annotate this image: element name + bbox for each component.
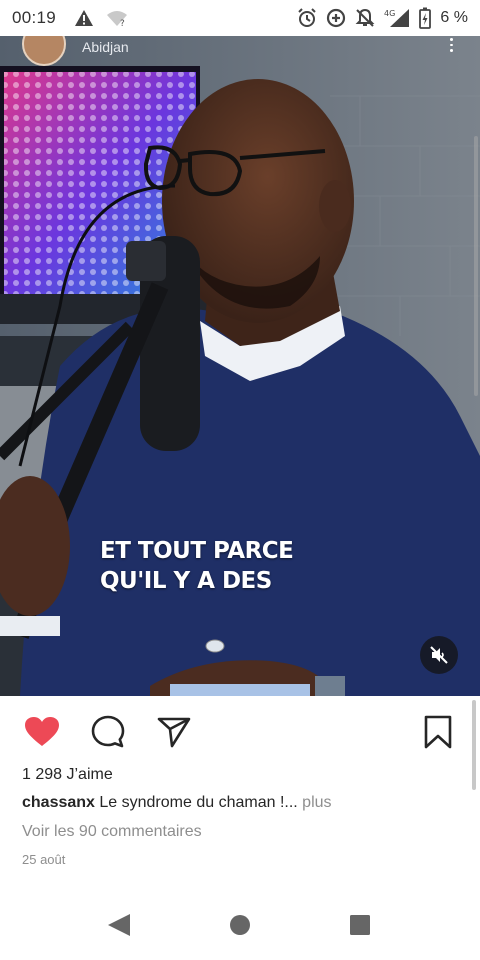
warning-icon [74, 9, 94, 27]
volume-off-icon [430, 646, 448, 664]
post-location[interactable]: Abidjan [82, 39, 129, 55]
caption-username[interactable]: chassanx [22, 794, 95, 811]
video-caption: ET TOUT PARCE QU'IL Y A DES [100, 536, 400, 596]
bookmark-icon [424, 715, 452, 749]
status-bar: 00:19 ? 4G 6 % [0, 0, 480, 36]
like-button[interactable] [22, 712, 62, 752]
heart-icon [25, 717, 59, 746]
wifi-question-icon: ? [106, 9, 128, 27]
back-icon [108, 914, 130, 936]
likes-count[interactable]: 1 298 J’aime [22, 766, 113, 784]
video-frame [0, 36, 480, 696]
home-button[interactable] [225, 910, 255, 940]
notifications-off-icon [355, 8, 375, 28]
video-scrollbar[interactable] [474, 136, 478, 396]
feed-scrollbar[interactable] [472, 700, 476, 790]
post-date: 25 août [22, 852, 66, 867]
status-time: 00:19 [12, 8, 57, 27]
save-button[interactable] [418, 712, 458, 752]
system-nav-bar [0, 890, 480, 960]
home-icon [230, 915, 250, 935]
battery-charging-icon [419, 7, 432, 29]
video-caption-line1: ET TOUT PARCE [100, 538, 294, 564]
video-caption-line2: QU'IL Y A DES [100, 568, 272, 594]
alarm-icon [297, 8, 317, 28]
caption-more-link[interactable]: plus [302, 794, 331, 811]
view-comments-link[interactable]: Voir les 90 commentaires [22, 823, 202, 841]
more-options-icon[interactable] [446, 38, 456, 53]
share-icon [157, 717, 191, 748]
battery-percent: 6 % [440, 9, 468, 26]
network-type-label: 4G [384, 9, 395, 18]
svg-text:?: ? [120, 19, 125, 27]
share-button[interactable] [154, 712, 194, 752]
data-saver-icon [326, 8, 346, 28]
mute-button[interactable] [420, 636, 458, 674]
post-actions [0, 696, 480, 766]
caption-text: Le syndrome du chaman !... [99, 794, 298, 811]
recents-icon [350, 915, 370, 935]
signal-icon: 4G [384, 8, 410, 28]
post-video[interactable]: Abidjan ET TOUT PARCE QU'IL Y A DES [0, 36, 480, 696]
comment-icon [91, 715, 125, 748]
post-caption: chassanx Le syndrome du chaman !... plus [22, 794, 332, 812]
comment-button[interactable] [88, 712, 128, 752]
recents-button[interactable] [345, 910, 375, 940]
back-button[interactable] [104, 910, 134, 940]
